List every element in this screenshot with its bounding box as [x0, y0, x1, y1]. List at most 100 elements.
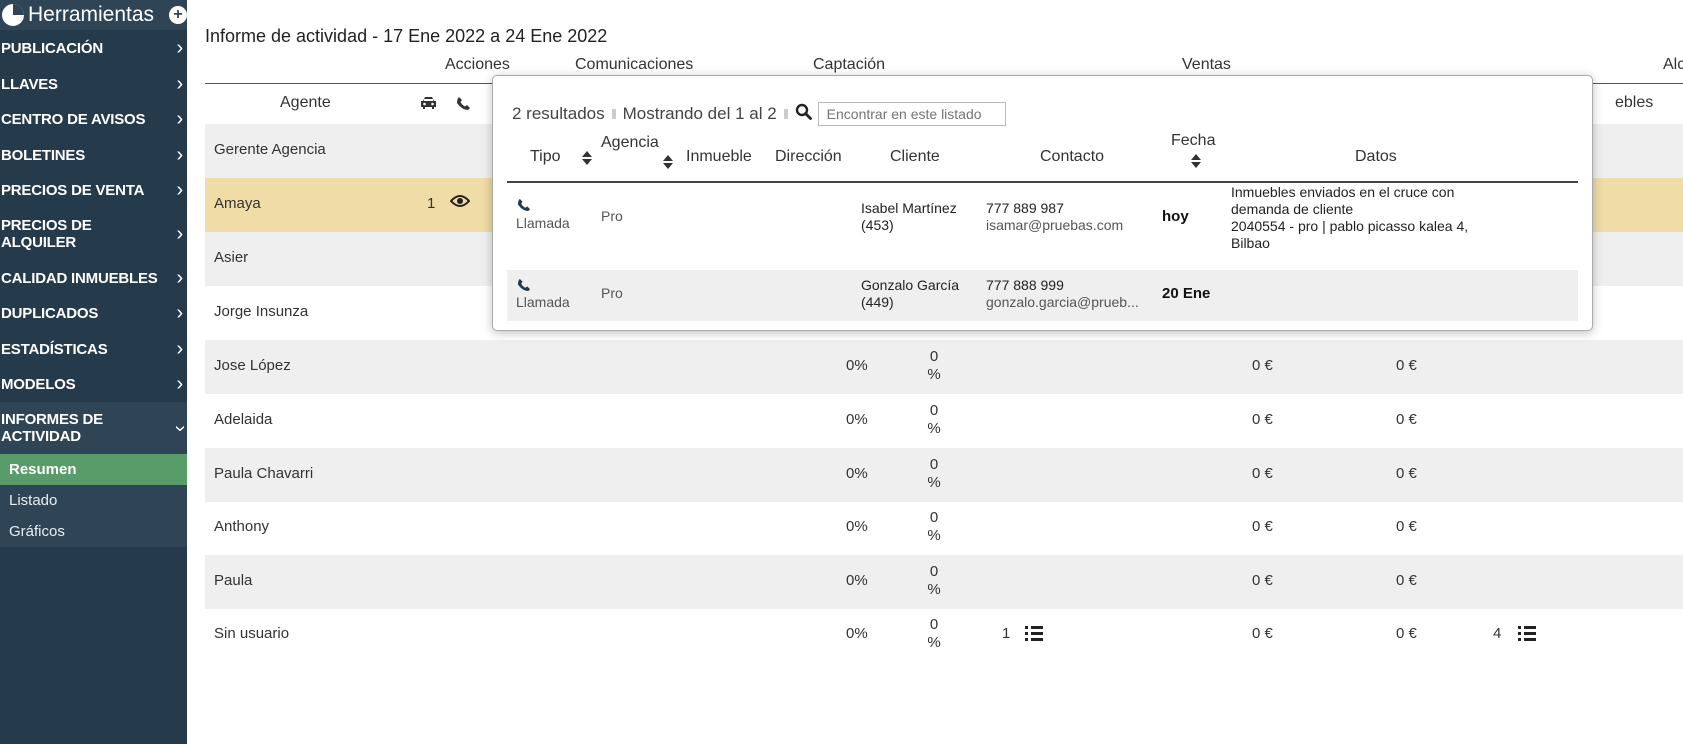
- popup-table-row[interactable]: Llamada Pro Gonzalo García (449) 777 888…: [507, 270, 1578, 321]
- chevron-right-icon: ›: [176, 266, 184, 289]
- table-row[interactable]: Paula 0% 0% 0 € 0 €: [205, 555, 1683, 609]
- col-direccion[interactable]: Dirección: [775, 148, 842, 166]
- pct-symbol: %: [927, 634, 941, 651]
- fecha-value: 20 Ene: [1162, 285, 1211, 302]
- sidebar-item-modelos[interactable]: MODELOS ›: [0, 367, 187, 402]
- col-agencia[interactable]: Agencia: [601, 134, 659, 152]
- table-row[interactable]: Anthony 0% 0% 0 € 0 €: [205, 501, 1683, 555]
- phone-icon[interactable]: [456, 96, 471, 116]
- agencia-value: Pro: [601, 208, 623, 224]
- sidebar-item-informes-de-actividad[interactable]: INFORMES DE ACTIVIDAD ›: [0, 402, 191, 454]
- sidebar-item-duplicados[interactable]: DUPLICADOS ›: [0, 296, 187, 331]
- sidebar-item-llaves[interactable]: LLAVES ›: [0, 66, 187, 102]
- pct-value-stacked: 0%: [924, 616, 944, 652]
- sort-icon[interactable]: [1191, 154, 1201, 168]
- pct-value: 0%: [846, 625, 868, 642]
- agent-name: Jorge Insunza: [214, 303, 309, 320]
- eur-value: 0 €: [1396, 518, 1417, 535]
- activity-detail-popup: 2 resultados Mostrando del 1 al 2 Tipo A…: [492, 75, 1593, 331]
- agent-name: Asier: [214, 249, 249, 266]
- search-input[interactable]: [817, 102, 1006, 126]
- sidebar-item-label: PRECIOS DE ALQUILER: [1, 217, 92, 251]
- eye-icon[interactable]: [449, 194, 471, 212]
- sidebar-item-label: DUPLICADOS: [1, 305, 99, 322]
- cliente-name[interactable]: Isabel Martínez: [861, 200, 957, 217]
- list-icon[interactable]: [1025, 626, 1043, 642]
- separator: [611, 109, 616, 119]
- group-captacion: Captación: [813, 56, 886, 73]
- list-icon[interactable]: [1518, 626, 1536, 642]
- inmuebles-count: 4: [1493, 625, 1502, 642]
- sidebar-subitem-resumen[interactable]: Resumen: [0, 454, 187, 485]
- table-row[interactable]: Jose López 0% 0% 0 € 0 €: [205, 340, 1683, 394]
- tipo-value: Llamada: [516, 294, 570, 310]
- col-agente[interactable]: Agente: [280, 94, 331, 112]
- search-icon[interactable]: [795, 103, 812, 125]
- sidebar-subitem-listado[interactable]: Listado: [0, 485, 187, 516]
- pct-symbol: %: [927, 474, 941, 491]
- tipo-value: Llamada: [516, 215, 570, 231]
- pct-value-stacked: 0%: [924, 348, 944, 384]
- pct-value: 0%: [846, 411, 868, 428]
- showing-range: Mostrando del 1 al 2: [622, 104, 777, 123]
- contact-phone: 777 888 999: [986, 277, 1064, 293]
- eur-value: 0 €: [1396, 465, 1417, 482]
- table-row[interactable]: Adelaida 0% 0% 0 € 0 €: [205, 394, 1683, 448]
- pct-number: 0: [929, 402, 939, 419]
- chevron-right-icon: ›: [176, 373, 184, 395]
- sidebar-subitem-graficos[interactable]: Gráficos: [0, 516, 187, 547]
- contact-email[interactable]: gonzalo.garcia@prueb...: [986, 294, 1139, 311]
- pct-value-stacked: 0%: [924, 509, 944, 545]
- group-acciones: Acciones: [445, 56, 510, 73]
- action-count: 1: [427, 195, 436, 212]
- agent-name: Amaya: [214, 195, 261, 212]
- sort-icon[interactable]: [663, 155, 673, 169]
- car-icon[interactable]: [420, 96, 437, 115]
- popup-table-row[interactable]: Llamada Pro Isabel Martínez (453) 777 88…: [507, 184, 1578, 256]
- sidebar-item-estadisticas[interactable]: ESTADÍSTICAS ›: [0, 331, 187, 367]
- sidebar-item-publicacion[interactable]: PUBLICACIÓN ›: [0, 30, 187, 66]
- contact-phone: 777 889 987: [986, 200, 1064, 216]
- agent-name: Anthony: [214, 518, 270, 535]
- col-inmuebles-partial[interactable]: ebles: [1615, 94, 1653, 112]
- eur-value: 0 €: [1252, 625, 1273, 642]
- sidebar-item-precios-de-venta[interactable]: PRECIOS DE VENTA ›: [0, 173, 187, 208]
- page-title: Informe de actividad - 17 Ene 2022 a 24 …: [205, 26, 608, 46]
- chevron-right-icon: ›: [176, 337, 184, 360]
- agent-name: Paula: [214, 572, 253, 589]
- col-contacto[interactable]: Contacto: [1040, 148, 1104, 166]
- agent-name: Adelaida: [214, 411, 273, 428]
- cliente-name[interactable]: Gonzalo García: [861, 277, 959, 294]
- col-cliente[interactable]: Cliente: [890, 148, 940, 166]
- agent-name: Sin usuario: [214, 625, 290, 642]
- sidebar-item-label: CALIDAD INMUEBLES: [1, 269, 158, 287]
- sidebar-title: Herramientas: [28, 3, 155, 26]
- agent-name: Paula Chavarri: [214, 465, 314, 482]
- pct-number: 0: [929, 563, 939, 580]
- sidebar-item-calidad-inmuebles[interactable]: CALIDAD INMUEBLES ›: [0, 260, 187, 296]
- col-datos[interactable]: Datos: [1355, 148, 1397, 166]
- sidebar-item-centro-de-avisos[interactable]: CENTRO DE AVISOS ›: [0, 102, 187, 137]
- popup-toolbar: 2 resultados Mostrando del 1 al 2: [512, 102, 1006, 126]
- cliente-id: (453): [861, 217, 894, 233]
- contact-email[interactable]: isamar@pruebas.com: [986, 217, 1123, 234]
- col-tipo[interactable]: Tipo: [530, 148, 561, 166]
- col-fecha[interactable]: Fecha: [1171, 132, 1215, 150]
- datos-line: 2040554 - pro | pablo picasso kalea 4,: [1231, 218, 1469, 234]
- col-inmueble[interactable]: Inmueble: [686, 148, 752, 166]
- sidebar-item-boletines[interactable]: BOLETINES ›: [0, 137, 187, 173]
- add-icon[interactable]: +: [169, 6, 187, 24]
- sidebar-item-label: CENTRO DE AVISOS: [1, 111, 146, 128]
- pct-value: 0%: [846, 465, 868, 482]
- pct-value: 0%: [846, 357, 868, 374]
- eur-value: 0 €: [1396, 572, 1417, 589]
- table-row[interactable]: Sin usuario 0% 0% 1 0 € 0 € 4: [205, 608, 1683, 662]
- group-comunicaciones: Comunicaciones: [575, 56, 694, 73]
- sidebar-item-precios-de-alquiler[interactable]: PRECIOS DE ALQUILER ›: [0, 208, 187, 260]
- pct-value-stacked: 0%: [924, 456, 944, 492]
- table-row[interactable]: Paula Chavarri 0% 0% 0 € 0 €: [205, 448, 1683, 502]
- sidebar-item-label: PRECIOS DE VENTA: [1, 182, 145, 199]
- sort-icon[interactable]: [582, 151, 592, 165]
- chevron-right-icon: ›: [176, 72, 184, 95]
- separator: [783, 109, 788, 119]
